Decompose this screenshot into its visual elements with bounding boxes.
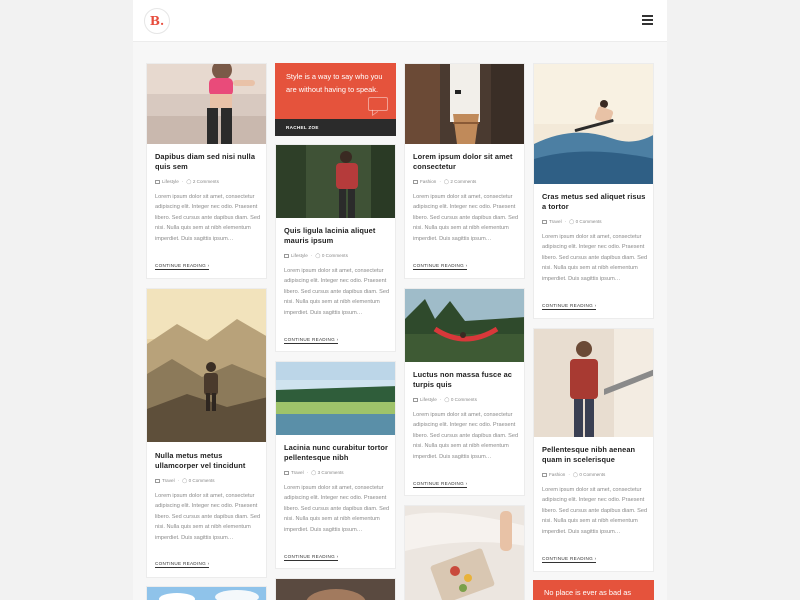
folder-icon	[155, 478, 160, 483]
post-image-man[interactable]	[534, 329, 653, 437]
post-image-surfer[interactable]	[534, 64, 653, 184]
quote-card: No place is ever as bad as	[533, 580, 654, 600]
post-image-portrait[interactable]	[276, 579, 395, 600]
post-card	[404, 505, 525, 600]
post-excerpt: Lorem ipsum dolor sit amet, consectetur …	[284, 268, 390, 316]
post-card: Nulla metus metus ullamcorper vel tincid…	[146, 288, 267, 578]
post-meta: Lifestyle · ◯ 0 Comments	[284, 253, 390, 259]
post-title[interactable]: Luctus non massa fusce ac turpis quis	[413, 370, 519, 390]
post-title[interactable]: Lorem ipsum dolor sit amet consectetur	[413, 152, 519, 172]
post-meta: Travel · ◯ 0 Comments	[542, 219, 648, 225]
post-card: Luctus non massa fusce ac turpis quis Li…	[404, 288, 525, 496]
post-comments[interactable]: 0 Comments	[579, 472, 605, 477]
post-excerpt: Lorem ipsum dolor sit amet, consectetur …	[542, 487, 648, 535]
folder-icon	[284, 253, 289, 258]
continue-reading-link[interactable]: CONTINUE READING ›	[155, 263, 210, 270]
comment-icon: ◯	[182, 478, 188, 483]
post-title[interactable]: Quis ligula lacinia aliquet mauris ipsum	[284, 226, 390, 246]
post-card: Lorem ipsum dolor sit amet consectetur F…	[404, 63, 525, 279]
post-card	[146, 586, 267, 600]
post-title[interactable]: Nulla metus metus ullamcorper vel tincid…	[155, 451, 261, 471]
post-title[interactable]: Pellentesque nibh aenean quam in sceleri…	[542, 445, 648, 465]
post-image-breakfast[interactable]	[405, 506, 524, 600]
post-meta: Fashion · ◯ 2 Comments	[413, 179, 519, 185]
continue-reading-link[interactable]: CONTINUE READING ›	[542, 556, 597, 563]
post-card: Pellentesque nibh aenean quam in sceleri…	[533, 328, 654, 572]
comment-icon: ◯	[444, 397, 450, 402]
post-card: Dapibus diam sed nisi nulla quis sem Lif…	[146, 63, 267, 279]
site-header: B.	[133, 0, 667, 42]
post-meta: Travel · ◯ 3 Comments	[284, 470, 390, 476]
post-category[interactable]: Travel	[549, 219, 562, 224]
quote-card: Style is a way to say who you are withou…	[275, 63, 396, 136]
folder-icon	[284, 470, 289, 475]
post-category[interactable]: Lifestyle	[162, 179, 179, 184]
quote-author: RACHEL ZOE	[286, 125, 319, 130]
post-excerpt: Lorem ipsum dolor sit amet, consectetur …	[155, 194, 261, 242]
continue-reading-link[interactable]: CONTINUE READING ›	[542, 303, 597, 310]
site-logo[interactable]: B.	[144, 8, 170, 34]
comment-icon: ◯	[572, 472, 579, 477]
comment-icon: ◯	[186, 179, 192, 184]
quote-text: No place is ever as bad as	[544, 588, 632, 597]
post-image-lake[interactable]	[276, 362, 395, 435]
post-excerpt: Lorem ipsum dolor sit amet, consectetur …	[284, 485, 390, 533]
post-excerpt: Lorem ipsum dolor sit amet, consectetur …	[413, 194, 519, 242]
folder-icon	[155, 179, 160, 184]
post-title[interactable]: Lacinia nunc curabitur tortor pellentesq…	[284, 443, 390, 463]
post-excerpt: Lorem ipsum dolor sit amet, consectetur …	[542, 234, 648, 282]
folder-icon	[413, 179, 418, 184]
post-category[interactable]: Lifestyle	[420, 397, 437, 402]
continue-reading-link[interactable]: CONTINUE READING ›	[284, 337, 339, 344]
post-comments[interactable]: 0 Comments	[322, 253, 348, 258]
chat-bubble-icon	[368, 97, 388, 111]
post-category[interactable]: Travel	[162, 478, 175, 483]
quote-footer: RACHEL ZOE	[275, 119, 396, 136]
post-image-hiker[interactable]	[147, 289, 266, 442]
comment-icon: ◯	[443, 179, 450, 184]
post-comments[interactable]: 2 Comments	[450, 179, 476, 184]
post-excerpt: Lorem ipsum dolor sit amet, consectetur …	[155, 493, 261, 541]
post-category[interactable]: Fashion	[549, 472, 565, 477]
post-comments[interactable]: 0 Comments	[576, 219, 602, 224]
post-card: Quis ligula lacinia aliquet mauris ipsum…	[275, 144, 396, 352]
post-image-sky[interactable]	[147, 587, 266, 600]
comment-icon: ◯	[311, 470, 317, 475]
comment-icon: ◯	[569, 219, 575, 224]
post-category[interactable]: Lifestyle	[291, 253, 308, 258]
post-meta: Fashion · ◯ 0 Comments	[542, 472, 648, 478]
post-image-hammock[interactable]	[405, 289, 524, 362]
post-card	[275, 578, 396, 600]
post-card: Lacinia nunc curabitur tortor pellentesq…	[275, 361, 396, 569]
post-comments[interactable]: 2 Comments	[193, 179, 219, 184]
post-image-runner[interactable]	[147, 64, 266, 144]
post-image-fashion[interactable]	[405, 64, 524, 144]
blog-page: B. Dapibus diam sed nisi nulla quis sem …	[133, 0, 667, 600]
folder-icon	[542, 472, 547, 477]
post-excerpt: Lorem ipsum dolor sit amet, consectetur …	[413, 412, 519, 460]
post-meta: Travel · ◯ 0 Comments	[155, 478, 261, 484]
post-title[interactable]: Dapibus diam sed nisi nulla quis sem	[155, 152, 261, 172]
post-comments[interactable]: 0 Comments	[189, 478, 215, 483]
continue-reading-link[interactable]: CONTINUE READING ›	[284, 554, 339, 561]
post-title[interactable]: Cras metus sed aliquet risus a tortor	[542, 192, 648, 212]
post-card: Cras metus sed aliquet risus a tortor Tr…	[533, 63, 654, 319]
quote-text: Style is a way to say who you are withou…	[286, 72, 383, 94]
post-category[interactable]: Fashion	[420, 179, 436, 184]
post-meta: Lifestyle · ◯ 0 Comments	[413, 397, 519, 403]
folder-icon	[413, 397, 418, 402]
comment-icon: ◯	[315, 253, 321, 258]
post-comments[interactable]: 0 Comments	[451, 397, 477, 402]
post-meta: Lifestyle · ◯ 2 Comments	[155, 179, 261, 185]
hamburger-icon[interactable]	[642, 15, 653, 25]
continue-reading-link[interactable]: CONTINUE READING ›	[413, 481, 468, 488]
post-comments[interactable]: 3 Comments	[318, 470, 344, 475]
post-image-forest[interactable]	[276, 145, 395, 218]
post-category[interactable]: Travel	[291, 470, 304, 475]
continue-reading-link[interactable]: CONTINUE READING ›	[155, 561, 210, 568]
continue-reading-link[interactable]: CONTINUE READING ›	[413, 263, 468, 270]
folder-icon	[542, 219, 547, 224]
